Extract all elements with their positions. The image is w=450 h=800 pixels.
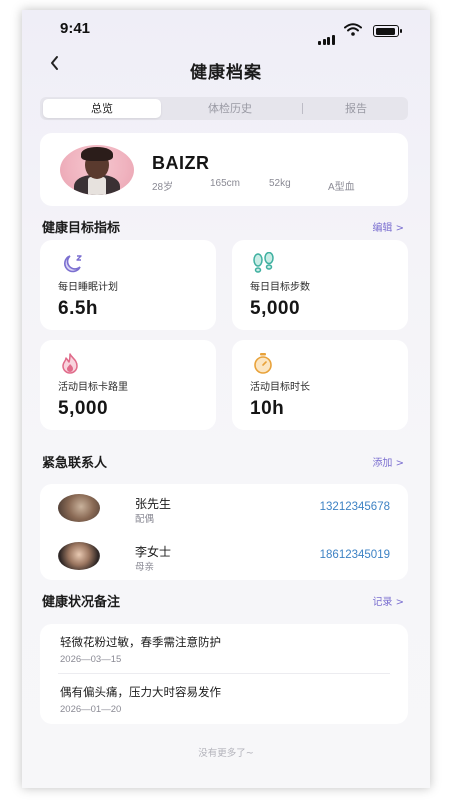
avatar <box>60 145 134 195</box>
goal-card-duration[interactable]: 活动目标时长 10h <box>232 340 408 430</box>
goal-label: 每日目标步数 <box>250 282 310 293</box>
tab-divider <box>302 103 303 114</box>
contact-name: 张先生 <box>135 497 172 511</box>
goal-card-sleep[interactable]: 每日睡眠计划 6.5h <box>40 240 216 330</box>
notes-card: 轻微花粉过敏，春季需注意防护 2026—03—15 偶有偏头痛，压力大时容易发作… <box>40 624 408 724</box>
goal-card-steps[interactable]: 每日目标步数 5,000 <box>232 240 408 330</box>
goal-label: 每日睡眠计划 <box>58 282 118 293</box>
goal-value: 5,000 <box>250 298 301 319</box>
profile-height: 165cm <box>210 178 241 189</box>
stopwatch-icon <box>254 353 272 374</box>
contact-row[interactable]: 张先生 配偶 13212345678 <box>40 484 408 532</box>
note-text: 轻微花粉过敏，春季需注意防护 <box>60 635 221 649</box>
note-item[interactable]: 偶有偏头痛，压力大时容易发作 2026—01—20 <box>40 674 408 724</box>
moon-sleep-icon <box>64 255 82 273</box>
add-note-link[interactable]: 记录 > <box>372 593 404 608</box>
profile-age: 28岁 <box>152 182 174 193</box>
flame-icon <box>62 353 78 374</box>
contact-avatar <box>58 542 100 570</box>
contacts-card: 张先生 配偶 13212345678 李女士 母亲 18612345019 <box>40 484 408 580</box>
goal-value: 6.5h <box>58 298 99 319</box>
note-item[interactable]: 轻微花粉过敏，春季需注意防护 2026—03—15 <box>40 624 408 674</box>
contact-row[interactable]: 李女士 母亲 18612345019 <box>40 532 408 580</box>
battery-icon <box>373 25 402 37</box>
profile-weight: 52kg <box>269 178 291 189</box>
profile-name: BAIZR <box>152 153 210 173</box>
note-date: 2026—03—15 <box>60 654 122 665</box>
profile-card[interactable]: BAIZR 28岁 165cm 52kg A型血 <box>40 133 408 206</box>
add-contact-link[interactable]: 添加 > <box>372 454 404 469</box>
page-title: 健康档案 <box>190 63 262 83</box>
tab-reports[interactable]: 报告 <box>306 99 406 118</box>
note-date: 2026—01—20 <box>60 704 122 715</box>
contact-relation: 配偶 <box>135 514 155 525</box>
goal-value: 5,000 <box>58 398 109 419</box>
contacts-section-title: 紧急联系人 <box>42 456 108 471</box>
tab-overview[interactable]: 总览 <box>43 99 161 118</box>
status-time: 9:41 <box>60 20 91 37</box>
footprints-icon <box>253 252 274 273</box>
contact-avatar <box>58 494 100 522</box>
goal-label: 活动目标卡路里 <box>58 382 128 393</box>
edit-goals-link[interactable]: 编辑 > <box>372 219 404 234</box>
cellular-signal-icon <box>318 26 336 45</box>
phone-screen: 9:41 健康档案 总览 体检历史 报告 BAIZR 28岁 165cm 52k… <box>22 10 430 788</box>
tab-bar: 总览 体检历史 报告 <box>40 97 408 120</box>
goal-card-calories[interactable]: 活动目标卡路里 5,000 <box>40 340 216 430</box>
contact-name: 李女士 <box>135 545 172 559</box>
contact-phone-link[interactable]: 18612345019 <box>320 549 390 561</box>
note-text: 偶有偏头痛，压力大时容易发作 <box>60 685 221 699</box>
profile-blood-type: A型血 <box>328 182 355 193</box>
wifi-icon <box>344 23 362 36</box>
status-bar: 9:41 <box>22 10 430 50</box>
notes-section-title: 健康状况备注 <box>42 595 121 610</box>
goal-value: 10h <box>250 398 285 419</box>
tab-checkup-history[interactable]: 体检历史 <box>165 99 295 118</box>
contact-relation: 母亲 <box>135 562 155 573</box>
goal-label: 活动目标时长 <box>250 382 310 393</box>
end-of-list-text: 没有更多了~ <box>198 748 254 759</box>
contact-phone-link[interactable]: 13212345678 <box>320 501 390 513</box>
goals-section-title: 健康目标指标 <box>42 221 121 236</box>
